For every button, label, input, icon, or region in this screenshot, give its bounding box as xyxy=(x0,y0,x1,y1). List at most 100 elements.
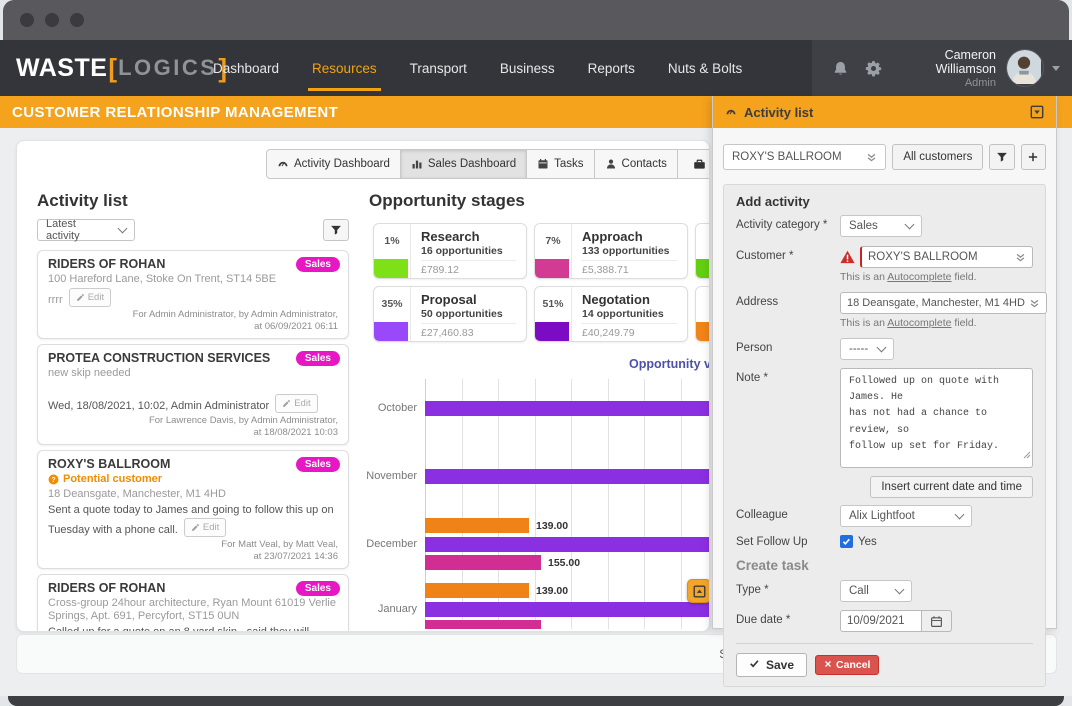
add-button[interactable] xyxy=(1021,144,1046,170)
filter-button[interactable] xyxy=(989,144,1014,170)
stage-body: Research16 opportunities£789.12 xyxy=(411,224,526,278)
activity-card[interactable]: PROTEA CONSTRUCTION SERVICESSalesnew ski… xyxy=(37,344,349,445)
edit-label: Edit xyxy=(294,396,310,411)
person-select[interactable]: ----- xyxy=(840,338,894,360)
tab-contacts[interactable]: Contacts xyxy=(594,149,678,179)
note-text: rrrr xyxy=(48,294,66,306)
address-input-value: 18 Deansgate, Manchester, M1 4HD xyxy=(847,297,1025,309)
chart-bar-orange xyxy=(425,583,529,598)
window-dot[interactable] xyxy=(45,13,59,27)
chart-bar-magenta xyxy=(425,555,541,570)
gauge-icon xyxy=(725,106,737,118)
cancel-button[interactable]: Cancel xyxy=(815,655,879,675)
resize-handle[interactable] xyxy=(1023,450,1031,466)
task-type-select[interactable]: Call xyxy=(840,580,912,602)
opportunity-stage-card-proposal[interactable]: 35%Proposal50 opportunities£27,460.83 xyxy=(373,286,527,342)
page-title: CUSTOMER RELATIONSHIP MANAGEMENT xyxy=(12,104,338,121)
warning-icon xyxy=(840,250,855,264)
opportunity-stage-card-approach[interactable]: 7%Approach133 opportunities£5,388.71 xyxy=(534,223,688,279)
settings-gear-icon[interactable] xyxy=(865,60,882,77)
edit-button[interactable]: Edit xyxy=(69,288,111,307)
stage-percent: 51% xyxy=(535,298,571,310)
stage-percent: 3 xyxy=(696,235,710,247)
activity-category-select[interactable]: Sales xyxy=(840,215,922,237)
sales-badge: Sales xyxy=(296,581,340,596)
colleague-select[interactable]: Alix Lightfoot xyxy=(840,505,972,527)
app-window: WASTE[LOGICS] Dashboard Resources Transpor… xyxy=(0,0,1072,706)
chevron-down-icon xyxy=(955,510,965,520)
chart-month-label: October xyxy=(317,402,417,414)
window-bottom-edge xyxy=(8,696,1064,706)
edit-button[interactable]: Edit xyxy=(184,518,226,537)
user-name: Cameron Williamson xyxy=(898,48,996,76)
nav-item-dashboard[interactable]: Dashboard xyxy=(213,40,279,96)
opportunity-stage-card-partial[interactable]: 3 xyxy=(695,223,710,279)
chevron-down-icon xyxy=(905,220,915,230)
activity-card-address: 18 Deansgate, Manchester, M1 4HD xyxy=(48,488,338,501)
chart-month-label: January xyxy=(317,603,417,615)
stage-value: £5,388.71 xyxy=(582,260,677,276)
tab-sales-dashboard[interactable]: Sales Dashboard xyxy=(400,149,527,179)
customer-label: Customer * xyxy=(736,246,840,262)
task-type-value: Call xyxy=(849,585,869,597)
window-dot[interactable] xyxy=(70,13,84,27)
opportunity-stage-card-research[interactable]: 1%Research16 opportunities£789.12 xyxy=(373,223,527,279)
chart-gridline xyxy=(608,379,609,629)
opportunity-stages-title: Opportunity stages xyxy=(369,191,525,211)
task-type-label: Type * xyxy=(736,580,840,596)
app-logo[interactable]: WASTE[LOGICS] xyxy=(16,40,228,96)
stage-percent: 1% xyxy=(374,235,410,247)
logo-bracket: [ xyxy=(108,53,117,84)
avatar[interactable] xyxy=(1006,49,1044,87)
window-titlebar xyxy=(3,0,1069,40)
save-button[interactable]: Save xyxy=(736,653,807,677)
follow-up-value: Yes xyxy=(858,533,877,548)
address-input[interactable]: 18 Deansgate, Manchester, M1 4HD xyxy=(840,292,1047,314)
nav-item-resources[interactable]: Resources xyxy=(312,40,377,96)
tab-activity-dashboard[interactable]: Activity Dashboard xyxy=(266,149,401,179)
scroll-to-top-button[interactable] xyxy=(687,579,710,603)
opportunity-stage-card-negotation[interactable]: 51%Negotation14 opportunities£40,249.79 xyxy=(534,286,688,342)
footer-line: at 06/09/2021 06:11 xyxy=(48,321,338,333)
sort-select[interactable]: Latest activity xyxy=(37,219,135,241)
collapse-panel-icon[interactable] xyxy=(1030,105,1044,119)
tab-tasks[interactable]: Tasks xyxy=(526,149,594,179)
user-menu[interactable]: Cameron Williamson Admin xyxy=(898,48,996,89)
activity-card-note: Sent a quote today to James and going to… xyxy=(48,503,338,538)
activity-side-panel: Activity list ROXY'S BALLROOM All custom… xyxy=(712,96,1057,629)
activity-category-label: Activity category * xyxy=(736,215,840,231)
opportunity-stage-card-partial[interactable]: 2 xyxy=(695,286,710,342)
question-icon: ? xyxy=(48,474,59,485)
nav-item-transport[interactable]: Transport xyxy=(410,40,467,96)
chevron-down-icon[interactable] xyxy=(1052,66,1060,71)
calendar-button[interactable] xyxy=(922,610,952,632)
edit-button[interactable]: Edit xyxy=(275,394,317,413)
chart-gridline xyxy=(681,379,682,629)
tab-label: Tasks xyxy=(554,158,583,170)
activity-card-note: rrrr Edit xyxy=(48,288,338,308)
filter-button[interactable] xyxy=(323,219,349,241)
chevron-down-icon xyxy=(877,343,887,353)
nav-item-reports[interactable]: Reports xyxy=(588,40,635,96)
activity-list-title: Activity list xyxy=(37,191,349,211)
window-dot[interactable] xyxy=(20,13,34,27)
customer-input[interactable]: ROXY'S BALLROOM xyxy=(860,246,1033,268)
tab-briefcase[interactable] xyxy=(677,149,710,179)
stage-percent-cell: 1% xyxy=(374,224,411,278)
follow-up-checkbox[interactable] xyxy=(840,535,853,548)
notifications-bell-icon[interactable] xyxy=(832,60,849,77)
nav-item-business[interactable]: Business xyxy=(500,40,555,96)
insert-datetime-button[interactable]: Insert current date and time xyxy=(870,476,1033,498)
due-date-input[interactable]: 10/09/2021 xyxy=(840,610,922,632)
note-textarea[interactable]: Followed up on quote with James. He has … xyxy=(840,368,1033,468)
activity-card-address: 100 Hareford Lane, Stoke On Trent, ST14 … xyxy=(48,273,338,286)
activity-card[interactable]: RIDERS OF ROHANSales100 Hareford Lane, S… xyxy=(37,250,349,339)
panel-customer-select[interactable]: ROXY'S BALLROOM xyxy=(723,144,886,170)
all-customers-button[interactable]: All customers xyxy=(892,144,983,170)
chart-month-label: November xyxy=(317,470,417,482)
activity-card[interactable]: RIDERS OF ROHANSalesCross-group 24hour a… xyxy=(37,574,349,632)
nav-item-nuts-bolts[interactable]: Nuts & Bolts xyxy=(668,40,742,96)
activity-card-title: PROTEA CONSTRUCTION SERVICES xyxy=(48,351,338,365)
stage-value: £40,249.79 xyxy=(582,323,677,339)
activity-card[interactable]: ROXY'S BALLROOMSales?Potential customer1… xyxy=(37,450,349,569)
